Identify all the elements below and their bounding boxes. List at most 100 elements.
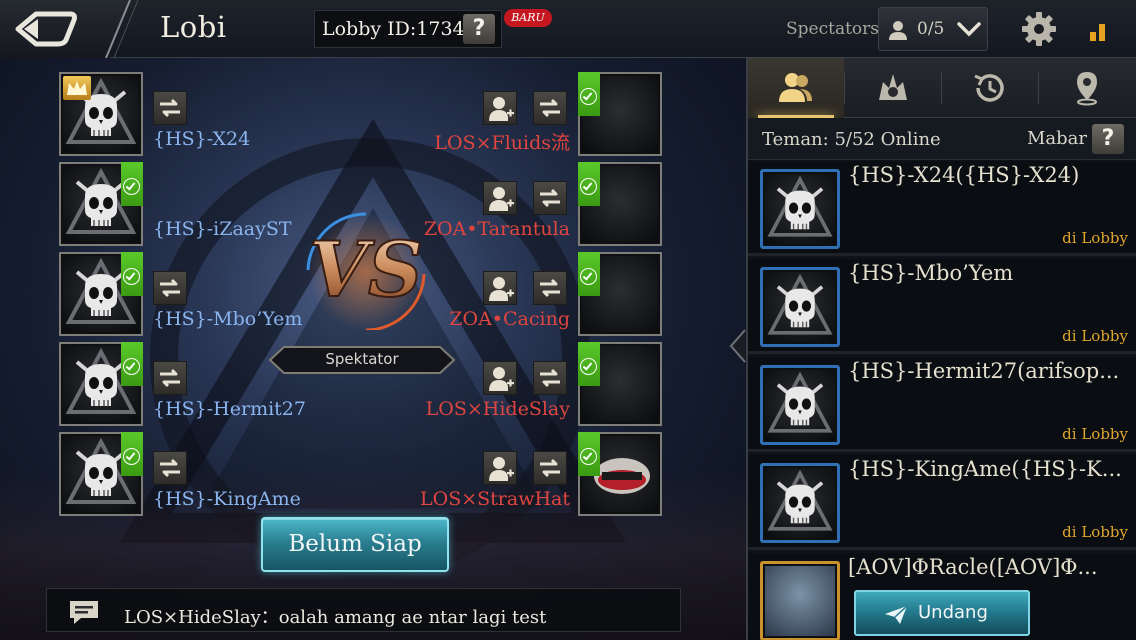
lobby-id-box: Lobby ID:1734 ? xyxy=(314,10,502,48)
swap-position-button[interactable] xyxy=(153,91,187,125)
guild-icon xyxy=(879,74,907,100)
swap-arrows-icon xyxy=(160,368,180,388)
enemy-slot-4[interactable] xyxy=(578,342,662,426)
panel-tabs xyxy=(748,58,1136,118)
ally-name: {HS}-Mbo’Yem xyxy=(153,308,303,330)
ally-name: {HS}-Hermit27 xyxy=(153,398,306,420)
ally-slot-3[interactable] xyxy=(59,252,143,336)
spectators-dropdown[interactable]: 0/5 xyxy=(878,7,988,51)
host-crown-icon xyxy=(63,76,91,100)
ready-check-icon xyxy=(578,342,600,386)
friend-list-item[interactable]: {HS}-Mbo’Yem di Lobby xyxy=(748,259,1136,354)
back-arrow-icon xyxy=(15,11,77,47)
friend-avatar xyxy=(760,169,840,249)
panel-collapse-handle[interactable] xyxy=(727,328,747,364)
ally-slot-5[interactable] xyxy=(59,432,143,516)
gear-icon[interactable] xyxy=(1020,10,1058,48)
add-friend-button[interactable] xyxy=(483,451,517,485)
enemy-slot-2[interactable] xyxy=(578,162,662,246)
tab-guild[interactable] xyxy=(845,58,941,118)
friend-avatar xyxy=(760,561,840,640)
swap-position-button[interactable] xyxy=(533,361,567,395)
ready-check-icon xyxy=(121,252,143,296)
header-divider-decoration xyxy=(105,0,139,58)
ready-check-icon xyxy=(578,432,600,476)
ally-slot-2[interactable] xyxy=(59,162,143,246)
add-friend-icon xyxy=(489,367,514,391)
swap-position-button[interactable] xyxy=(153,271,187,305)
invite-button[interactable]: Undang xyxy=(854,590,1030,636)
lobby-help-button[interactable]: ? xyxy=(463,14,495,44)
signal-strength-icon xyxy=(1090,24,1105,41)
ally-name: {HS}-X24 xyxy=(153,128,251,150)
add-friend-button[interactable] xyxy=(483,181,517,215)
add-friend-button[interactable] xyxy=(483,91,517,125)
chat-message: LOS×HideSlay：oalah amang ae ntar lagi te… xyxy=(124,607,547,628)
mabar-label: Mabar xyxy=(1027,128,1088,149)
swap-position-button[interactable] xyxy=(533,181,567,215)
friend-avatar xyxy=(760,463,840,543)
friend-name: {HS}-KingAme({HS}-K... xyxy=(848,457,1122,481)
friends-icon xyxy=(779,73,812,102)
spectators-count: 0/5 xyxy=(917,19,945,39)
friend-avatar xyxy=(760,365,840,445)
swap-arrows-icon xyxy=(540,98,560,118)
add-friend-button[interactable] xyxy=(483,271,517,305)
swap-arrows-icon xyxy=(160,278,180,298)
send-icon xyxy=(885,605,908,624)
enemy-name: LOS×StrawHat xyxy=(420,488,570,510)
swap-position-button[interactable] xyxy=(153,361,187,395)
ally-slot-1[interactable] xyxy=(59,72,143,156)
ally-slot-4[interactable] xyxy=(59,342,143,426)
history-icon xyxy=(974,74,1004,102)
person-icon xyxy=(889,21,907,40)
online-friends-count: Teman: 5/52 Online xyxy=(762,129,941,150)
friend-list-item[interactable]: {HS}-Hermit27(arifsop... di Lobby xyxy=(748,357,1136,452)
spectator-button[interactable]: Spektator xyxy=(268,345,456,375)
ready-check-icon xyxy=(578,162,600,206)
friend-list-item[interactable]: {HS}-KingAme({HS}-K... di Lobby xyxy=(748,455,1136,550)
add-friend-icon xyxy=(489,97,514,121)
skull-emblem-icon xyxy=(767,371,833,433)
enemy-slot-3[interactable] xyxy=(578,252,662,336)
enemy-slot-5[interactable] xyxy=(578,432,662,516)
swap-position-button[interactable] xyxy=(533,451,567,485)
friend-status: di Lobby xyxy=(1062,425,1128,443)
tab-history[interactable] xyxy=(942,58,1038,118)
friends-panel: Teman: 5/52 Online Mabar ? {HS}-X24({HS}… xyxy=(746,58,1136,640)
friend-status: di Lobby xyxy=(1062,523,1128,541)
spectators-label: Spectators xyxy=(786,19,879,39)
mabar-help-button[interactable]: ? xyxy=(1092,124,1124,154)
friend-avatar xyxy=(760,267,840,347)
friend-name: {HS}-Mbo’Yem xyxy=(848,261,1014,285)
enemy-name: LOS×Fluids流 xyxy=(434,132,570,154)
friend-name: [AOV]ΦRacle([AOV]Φ... xyxy=(848,555,1098,579)
ready-toggle-button[interactable]: Belum Siap xyxy=(261,517,449,572)
enemy-name: ZOA•Cacing xyxy=(449,308,570,330)
skull-emblem-icon xyxy=(767,469,833,531)
top-bar: Lobi Lobby ID:1734 ? BARU Spectators 0/5 xyxy=(0,0,1136,58)
swap-position-button[interactable] xyxy=(153,451,187,485)
tab-nearby[interactable] xyxy=(1039,58,1135,118)
skull-emblem-icon xyxy=(767,175,833,237)
chat-bar[interactable]: LOS×HideSlay：oalah amang ae ntar lagi te… xyxy=(46,588,681,632)
swap-arrows-icon xyxy=(540,188,560,208)
ready-check-icon xyxy=(121,432,143,476)
add-friend-button[interactable] xyxy=(483,361,517,395)
invite-label: Undang xyxy=(918,602,988,623)
enemy-name: LOS×HideSlay xyxy=(425,398,570,420)
new-badge: BARU xyxy=(504,9,552,27)
vs-text: VS xyxy=(309,225,423,314)
enemy-slot-1[interactable] xyxy=(578,72,662,156)
add-friend-icon xyxy=(489,187,514,211)
swap-arrows-icon xyxy=(160,98,180,118)
swap-position-button[interactable] xyxy=(533,91,567,125)
vs-emblem: VS xyxy=(306,212,426,330)
tab-friends[interactable] xyxy=(748,58,844,118)
ally-name: {HS}-KingAme xyxy=(153,488,301,510)
swap-position-button[interactable] xyxy=(533,271,567,305)
spectator-label: Spektator xyxy=(325,350,399,368)
friend-name: {HS}-X24({HS}-X24) xyxy=(848,163,1080,187)
friend-list-item[interactable]: {HS}-X24({HS}-X24) di Lobby xyxy=(748,161,1136,256)
swap-arrows-icon xyxy=(540,458,560,478)
